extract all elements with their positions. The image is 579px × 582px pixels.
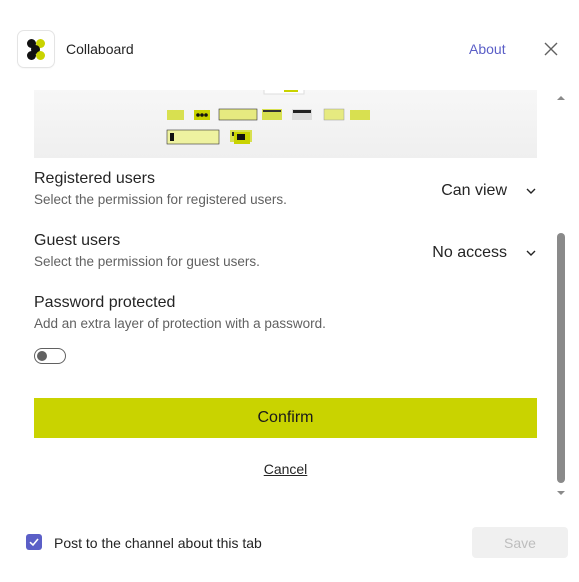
close-button[interactable]: [541, 39, 561, 59]
password-protected-title: Password protected: [34, 294, 176, 311]
guest-users-description: Select the permission for guest users.: [34, 254, 260, 269]
post-to-channel-checkbox[interactable]: [26, 534, 42, 550]
about-link[interactable]: About: [469, 41, 506, 57]
checkmark-icon: [29, 538, 39, 547]
guest-users-permission-dropdown[interactable]: No access: [432, 241, 537, 265]
close-icon: [544, 42, 558, 56]
toggle-knob: [37, 351, 47, 361]
app-title: Collaboard: [66, 41, 134, 57]
registered-users-title: Registered users: [34, 170, 155, 187]
chevron-down-icon: [526, 188, 536, 194]
scrollbar-thumb[interactable]: [557, 233, 565, 483]
settings-panel: Registered users Select the permission f…: [0, 90, 555, 510]
scrollbar[interactable]: [556, 90, 566, 500]
save-button[interactable]: Save: [472, 527, 568, 558]
guest-users-title: Guest users: [34, 232, 121, 249]
password-protected-description: Add an extra layer of protection with a …: [34, 316, 326, 331]
registered-users-permission-value: Can view: [441, 182, 507, 199]
dialog-header: Collaboard About: [0, 0, 579, 90]
post-to-channel-label: Post to the channel about this tab: [54, 535, 262, 551]
password-toggle[interactable]: [34, 348, 66, 364]
guest-users-permission-value: No access: [432, 244, 507, 261]
dialog-footer: Post to the channel about this tab Save: [0, 520, 579, 582]
scroll-up-arrow-icon[interactable]: [556, 93, 566, 103]
scroll-down-arrow-icon[interactable]: [556, 488, 566, 498]
registered-users-description: Select the permission for registered use…: [34, 192, 287, 207]
board-preview-image: [34, 90, 537, 158]
registered-users-permission-dropdown[interactable]: Can view: [441, 179, 537, 203]
chevron-down-icon: [526, 250, 536, 256]
confirm-button[interactable]: Confirm: [34, 398, 537, 438]
cancel-link[interactable]: Cancel: [0, 461, 555, 477]
collaboard-logo-icon: [18, 31, 54, 67]
